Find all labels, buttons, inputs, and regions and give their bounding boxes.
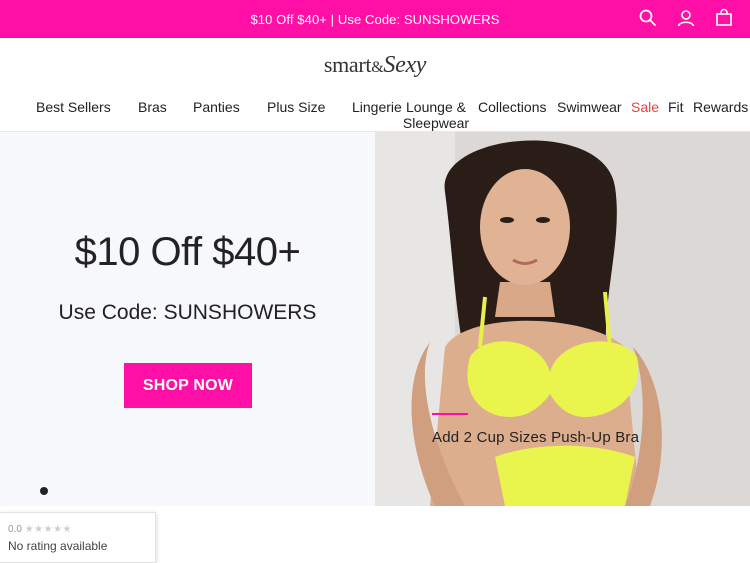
rating-summary: 0.0 ★★★★★ xyxy=(8,524,72,535)
user-icon[interactable] xyxy=(676,8,696,28)
shopping-bag-icon[interactable] xyxy=(714,8,734,28)
star-rating-icon: ★★★★★ xyxy=(24,524,73,535)
logo-amp: & xyxy=(371,59,384,76)
nav-item-rewards[interactable]: Rewards xyxy=(693,99,748,115)
hero-image-panel[interactable]: Add 2 Cup Sizes Push-Up Bra xyxy=(375,132,750,506)
hero-promo-panel: $10 Off $40+ Use Code: SUNSHOWERS SHOP N… xyxy=(0,132,375,506)
shop-now-button[interactable]: SHOP NOW xyxy=(124,363,252,408)
logo-part-smart: smart xyxy=(323,52,372,77)
header-icons xyxy=(638,8,734,28)
main-nav: Best Sellers Bras Panties Plus Size Ling… xyxy=(0,99,750,131)
nav-item-panties[interactable]: Panties xyxy=(193,99,240,115)
rating-score: 0.0 xyxy=(8,524,22,535)
nav-item-lingerie[interactable]: Lingerie xyxy=(352,99,402,115)
hero-model-photo xyxy=(375,132,750,506)
caption-accent-line xyxy=(432,413,468,415)
nav-item-fit[interactable]: Fit xyxy=(668,99,684,115)
promo-bar: $10 Off $40+ | Use Code: SUNSHOWERS xyxy=(0,0,750,38)
hero-product-caption[interactable]: Add 2 Cup Sizes Push-Up Bra xyxy=(432,429,639,446)
search-icon[interactable] xyxy=(638,8,658,28)
logo-part-sexy: Sexy xyxy=(383,52,427,78)
nav-item-plus-size[interactable]: Plus Size xyxy=(267,99,325,115)
hero-subhead: Use Code: SUNSHOWERS xyxy=(58,301,317,324)
rating-widget[interactable]: 0.0 ★★★★★ No rating available xyxy=(0,512,156,563)
site-logo[interactable]: smart&Sexy xyxy=(0,52,750,79)
hero-headline: $10 Off $40+ xyxy=(74,230,301,274)
nav-item-lounge-sleepwear[interactable]: Lounge & Sleepwear xyxy=(402,99,470,131)
nav-item-sale[interactable]: Sale xyxy=(631,99,659,115)
nav-item-bras[interactable]: Bras xyxy=(138,99,167,115)
nav-item-best-sellers[interactable]: Best Sellers xyxy=(36,99,111,115)
carousel-dot[interactable] xyxy=(40,487,48,495)
rating-status-text: No rating available xyxy=(8,539,108,553)
nav-item-collections[interactable]: Collections xyxy=(478,99,546,115)
nav-item-swimwear[interactable]: Swimwear xyxy=(557,99,622,115)
